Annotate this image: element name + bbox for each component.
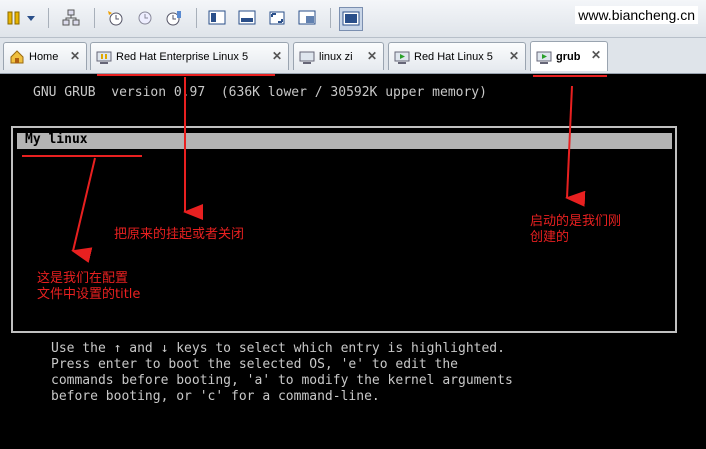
arrow-started bbox=[565, 85, 586, 207]
annotation-suspend: 把原来的挂起或者关闭 bbox=[114, 227, 245, 242]
annotation-title: 这是我们在配置 文件中设置的title bbox=[37, 271, 141, 302]
arrow-title bbox=[71, 157, 96, 263]
annotation-started: 启动的是我们刚 创建的 bbox=[530, 214, 622, 245]
